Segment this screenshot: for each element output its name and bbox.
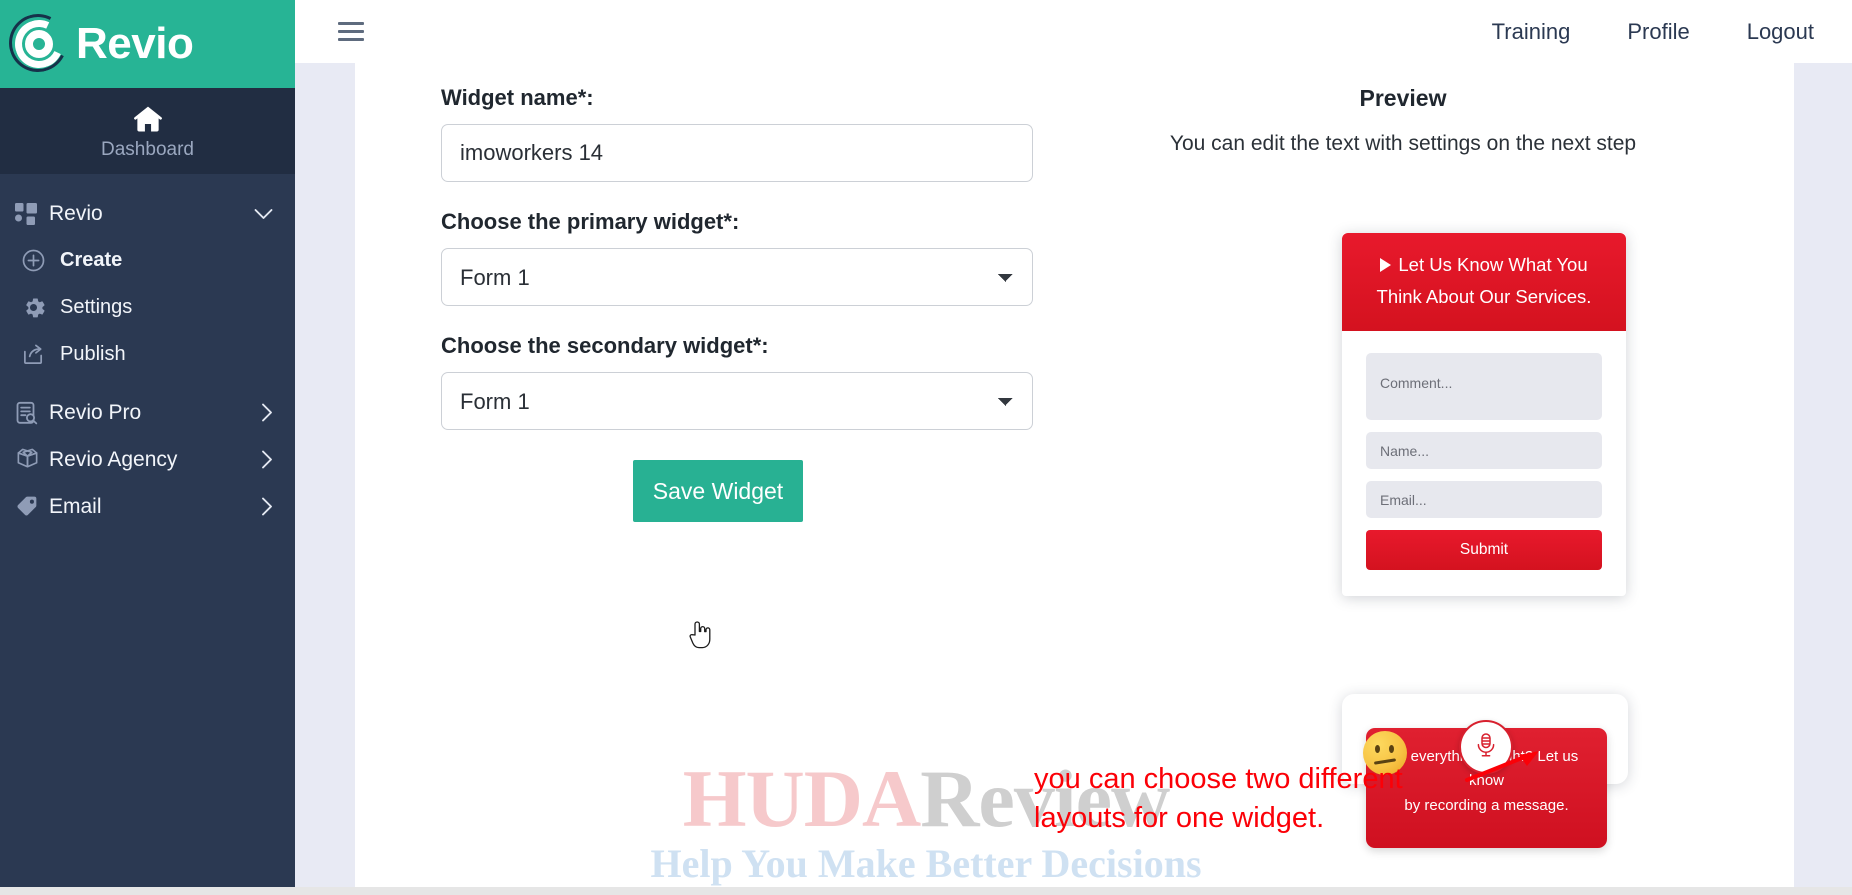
page-body: Widget name*: Choose the primary widget*…: [295, 63, 1852, 895]
topbar: Training Profile Logout: [295, 0, 1852, 63]
share-external-icon: [22, 343, 60, 366]
topnav-link-logout[interactable]: Logout: [1747, 19, 1814, 45]
sidebar-item-revio-agency[interactable]: Revio Agency: [0, 436, 295, 483]
chevron-down-icon[interactable]: [254, 208, 273, 220]
bottom-scrollbar[interactable]: [0, 887, 1852, 895]
sidebar-item-label: Revio Pro: [49, 400, 142, 424]
primary-widget-label: Choose the primary widget*:: [441, 209, 740, 234]
annotation-line2: layouts for one widget.: [1034, 802, 1325, 835]
sidebar-item-label: Email: [49, 494, 102, 518]
sidebar-dashboard-label: Dashboard: [101, 138, 194, 160]
open-box-icon: [15, 447, 49, 472]
preview-widget-form: Let Us Know What You Think About Our Ser…: [1342, 233, 1626, 596]
preview-email-field[interactable]: Email...: [1366, 480, 1602, 518]
topnav-link-training[interactable]: Training: [1492, 19, 1571, 45]
sidebar-item-label: Revio Agency: [49, 447, 178, 471]
sidebar-item-dashboard[interactable]: Dashboard: [0, 88, 295, 174]
sidebar-nav: Revio Create Settings Publish Revio Pro …: [0, 174, 295, 530]
preview-name-field[interactable]: Name...: [1366, 431, 1602, 469]
preview-subtitle: You can edit the text with settings on t…: [1169, 132, 1637, 155]
home-icon: [133, 106, 163, 132]
preview-heading-line2: Think About Our Services.: [1376, 285, 1592, 307]
preview-widget-heading: Let Us Know What You Think About Our Ser…: [1342, 233, 1626, 331]
sidebar-item-settings[interactable]: Settings: [0, 284, 295, 331]
play-triangle-icon: [1380, 258, 1392, 272]
sidebar-item-publish[interactable]: Publish: [0, 331, 295, 378]
tag-icon: [15, 494, 49, 519]
sidebar-item-label: Create: [60, 249, 123, 271]
sidebar-item-revio-pro[interactable]: Revio Pro: [0, 389, 295, 436]
annotation-text: you can choose two different layouts for…: [1034, 760, 1494, 838]
chevron-right-icon[interactable]: [261, 497, 273, 516]
sidebar-item-label: Settings: [60, 296, 133, 318]
hamburger-icon[interactable]: [338, 22, 364, 41]
gear-icon: [22, 296, 60, 319]
brand-name: Revio: [76, 19, 194, 68]
revio-circle-logo-icon: [1, 6, 75, 80]
sidebar-item-label: Publish: [60, 343, 126, 365]
primary-widget-select[interactable]: Form 1: [441, 248, 1033, 306]
grid-icon: [15, 202, 49, 225]
preview-comment-field[interactable]: Comment...: [1366, 352, 1602, 420]
chevron-right-icon[interactable]: [261, 403, 273, 422]
preview-title: Preview: [1359, 85, 1447, 111]
brand-header[interactable]: Revio: [0, 0, 295, 88]
preview-submit-button[interactable]: Submit: [1366, 529, 1602, 570]
topnav-link-profile[interactable]: Profile: [1627, 19, 1689, 45]
preview-heading-line1: Let Us Know What You: [1398, 254, 1588, 275]
preview-panel: Preview You can edit the text with setti…: [1093, 85, 1713, 156]
widget-name-input[interactable]: [441, 124, 1033, 182]
pointer-hand-cursor-icon: [687, 619, 713, 649]
document-search-icon: [15, 401, 49, 425]
secondary-widget-select[interactable]: Form 1: [441, 372, 1033, 430]
preview-widget-body: Comment... Name... Email... Submit: [1342, 331, 1626, 596]
sidebar-item-create[interactable]: Create: [0, 237, 295, 284]
sidebar: Revio Dashboard Revio Create Settings Pu…: [0, 0, 295, 895]
arrow-up-right-icon: [1463, 750, 1541, 789]
sidebar-item-email[interactable]: Email: [0, 483, 295, 530]
annotation-line1: you can choose two different: [1034, 763, 1403, 795]
save-widget-button[interactable]: Save Widget: [633, 460, 803, 522]
top-navigation: Training Profile Logout: [1492, 19, 1814, 45]
secondary-widget-label: Choose the secondary widget*:: [441, 333, 769, 358]
app-root: Revio Dashboard Revio Create Settings Pu…: [0, 0, 1852, 895]
sidebar-item-revio[interactable]: Revio: [0, 190, 295, 237]
widget-name-label: Widget name*:: [441, 85, 594, 110]
sidebar-item-label: Revio: [49, 201, 103, 225]
widget-form: Widget name*: Choose the primary widget*…: [441, 85, 1041, 522]
plus-circle-icon: [22, 249, 60, 272]
chevron-right-icon[interactable]: [261, 450, 273, 469]
